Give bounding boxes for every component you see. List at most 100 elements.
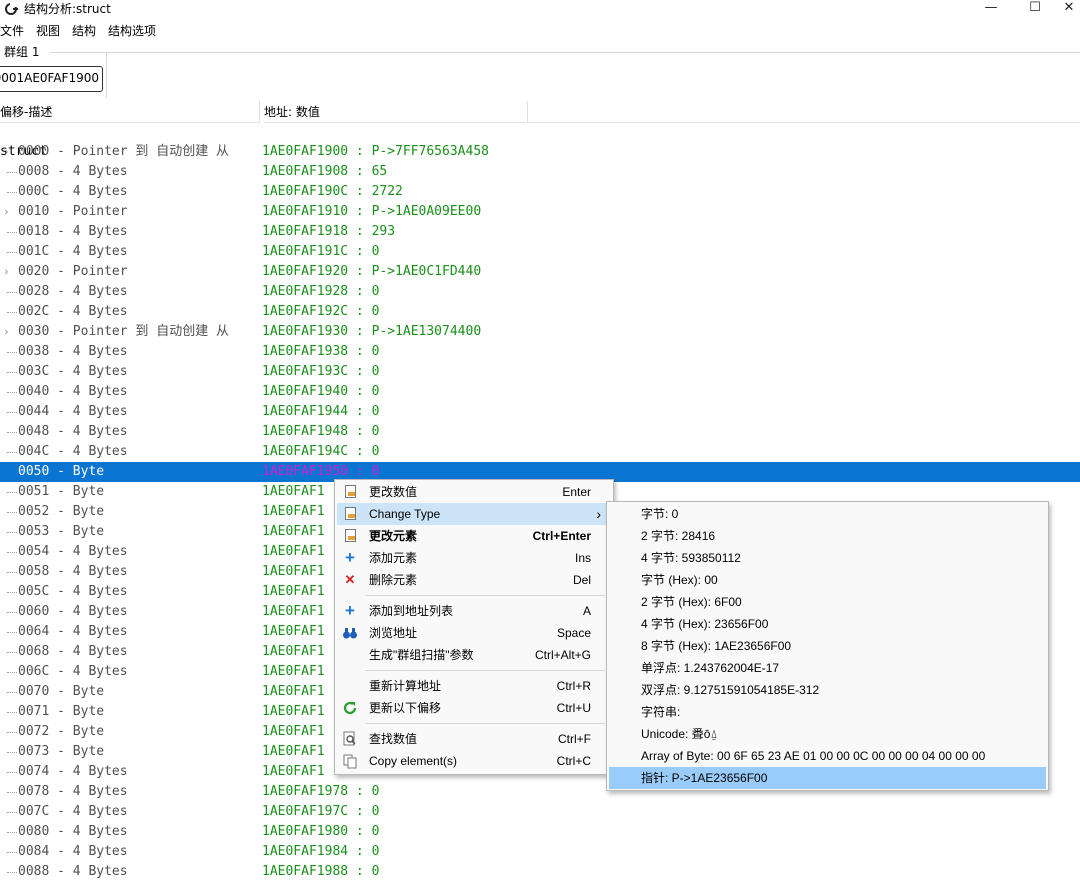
- row-offset-description: 0058 - 4 Bytes: [18, 564, 128, 579]
- header-offset-description[interactable]: 偏移-描述: [0, 101, 259, 123]
- context-menu-item[interactable]: 重新计算地址 Ctrl+R: [337, 675, 609, 697]
- table-row[interactable]: 0040 - 4 Bytes 1AE0FAF1940 : 0: [0, 382, 1080, 402]
- change-type-option[interactable]: 字符串:: [609, 701, 1046, 723]
- table-row[interactable]: › 0000 - Pointer 到 自动创建 从 1AE0FAF1900 : P-…: [0, 142, 1080, 162]
- tree-connector: [7, 772, 17, 773]
- plus-icon: +: [345, 548, 355, 567]
- menu-item-label: 添加元素: [369, 551, 418, 565]
- table-row[interactable]: 0008 - 4 Bytes 1AE0FAF1908 : 65: [0, 162, 1080, 182]
- row-address-value: 1AE0FAF1: [262, 584, 325, 599]
- group-tab[interactable]: 群组 1: [0, 42, 50, 62]
- table-row[interactable]: 0048 - 4 Bytes 1AE0FAF1948 : 0: [0, 422, 1080, 442]
- tree-connector: [7, 572, 17, 573]
- window-title: 结构分析:struct: [24, 2, 111, 16]
- menu-item-shortcut: Del: [572, 573, 591, 587]
- tree-connector: [7, 252, 17, 253]
- change-type-option[interactable]: 双浮点: 9.12751591054185E-312: [609, 679, 1046, 701]
- change-type-option[interactable]: 4 字节 (Hex): 23656F00: [609, 613, 1046, 635]
- table-row[interactable]: 0088 - 4 Bytes 1AE0FAF1988 : 0: [0, 862, 1080, 882]
- binoculars-icon: [342, 625, 358, 641]
- expand-chevron-icon[interactable]: ›: [3, 262, 10, 282]
- change-type-option[interactable]: 4 字节: 593850112: [609, 547, 1046, 569]
- menu-item-shortcut: A: [582, 604, 591, 618]
- edit-value-icon: [342, 484, 358, 500]
- change-type-option[interactable]: 单浮点: 1.243762004E-17: [609, 657, 1046, 679]
- context-menu-item[interactable]: 查找数值 Ctrl+F: [337, 728, 609, 750]
- row-offset-description: 0020 - Pointer: [18, 264, 128, 279]
- maximize-button[interactable]: ☐: [1012, 0, 1058, 15]
- table-row[interactable]: 004C - 4 Bytes 1AE0FAF194C : 0: [0, 442, 1080, 462]
- table-row[interactable]: 0084 - 4 Bytes 1AE0FAF1984 : 0: [0, 842, 1080, 862]
- menu-item-label: 重新计算地址: [369, 679, 442, 693]
- expand-chevron-icon[interactable]: ›: [3, 142, 10, 162]
- table-row[interactable]: › 0020 - Pointer 1AE0FAF1920 : P->1AE0C1FD…: [0, 262, 1080, 282]
- table-row[interactable]: 0044 - 4 Bytes 1AE0FAF1944 : 0: [0, 402, 1080, 422]
- change-type-option[interactable]: 字节 (Hex): 00: [609, 569, 1046, 591]
- minimize-button[interactable]: —: [968, 0, 1014, 15]
- row-address-value: 1AE0FAF197C : 0: [262, 804, 380, 819]
- header-separator[interactable]: [259, 101, 260, 123]
- header-address-value[interactable]: 地址: 数值: [264, 101, 526, 123]
- row-address-value: 1AE0FAF192C : 0: [262, 304, 380, 319]
- context-menu-item[interactable]: 生成"群组扫描"参数 Ctrl+Alt+G: [337, 644, 609, 666]
- table-row[interactable]: 007C - 4 Bytes 1AE0FAF197C : 0: [0, 802, 1080, 822]
- menu-structure[interactable]: 结构: [72, 21, 102, 41]
- row-offset-description: 0018 - 4 Bytes: [18, 224, 128, 239]
- expand-chevron-icon[interactable]: ›: [3, 202, 10, 222]
- change-type-option[interactable]: 2 字节 (Hex): 6F00: [609, 591, 1046, 613]
- change-type-option[interactable]: 8 字节 (Hex): 1AE23656F00: [609, 635, 1046, 657]
- menu-structure-options[interactable]: 结构选项: [108, 21, 162, 41]
- menu-file[interactable]: 文件: [0, 21, 30, 41]
- menu-item-shortcut: Space: [556, 626, 591, 640]
- table-row[interactable]: 001C - 4 Bytes 1AE0FAF191C : 0: [0, 242, 1080, 262]
- context-menu-item[interactable]: + 添加到地址列表 A: [337, 600, 609, 622]
- table-row[interactable]: 003C - 4 Bytes 1AE0FAF193C : 0: [0, 362, 1080, 382]
- row-offset-description: 0008 - 4 Bytes: [18, 164, 128, 179]
- tree-connector: [7, 852, 17, 853]
- table-row[interactable]: 0028 - 4 Bytes 1AE0FAF1928 : 0: [0, 282, 1080, 302]
- context-menu-item[interactable]: Copy element(s) Ctrl+C: [337, 750, 609, 772]
- change-type-option[interactable]: Array of Byte: 00 6F 65 23 AE 01 00 00 0…: [609, 745, 1046, 767]
- tree-connector: [7, 512, 17, 513]
- tree-connector: [7, 412, 17, 413]
- table-row[interactable]: 0038 - 4 Bytes 1AE0FAF1938 : 0: [0, 342, 1080, 362]
- table-row[interactable]: 0080 - 4 Bytes 1AE0FAF1980 : 0: [0, 822, 1080, 842]
- row-offset-description: 0078 - 4 Bytes: [18, 784, 128, 799]
- row-address-value: 1AE0FAF1: [262, 764, 325, 779]
- close-button[interactable]: ✕: [1058, 0, 1080, 15]
- tree-connector: [7, 732, 17, 733]
- context-menu-item[interactable]: 更新以下偏移 Ctrl+U: [337, 697, 609, 719]
- row-address-value: 1AE0FAF1: [262, 684, 325, 699]
- option-label: 4 字节 (Hex): 23656F00: [641, 617, 769, 631]
- delete-icon: ✕: [344, 572, 356, 587]
- table-row[interactable]: › 0010 - Pointer 1AE0FAF1910 : P->1AE0A09E…: [0, 202, 1080, 222]
- expand-chevron-icon[interactable]: ›: [3, 322, 10, 342]
- menu-view[interactable]: 视图: [36, 21, 66, 41]
- menu-separator: [365, 670, 605, 671]
- menu-item-shortcut: Ctrl+R: [556, 679, 591, 693]
- table-row[interactable]: 002C - 4 Bytes 1AE0FAF192C : 0: [0, 302, 1080, 322]
- context-menu-item[interactable]: Change Type ›: [337, 503, 609, 525]
- context-menu-item[interactable]: ✕ 删除元素 Del: [337, 569, 609, 591]
- context-menu-item[interactable]: 更改元素 Ctrl+Enter: [337, 525, 609, 547]
- row-address-value: 1AE0FAF1: [262, 564, 325, 579]
- context-menu-item[interactable]: 更改数值 Enter: [337, 481, 609, 503]
- row-offset-description: 0068 - 4 Bytes: [18, 644, 128, 659]
- table-row[interactable]: › 0030 - Pointer 到 自动创建 从 1AE0FAF1930 : P-…: [0, 322, 1080, 342]
- change-type-option[interactable]: 2 字节: 28416: [609, 525, 1046, 547]
- table-row[interactable]: 000C - 4 Bytes 1AE0FAF190C : 2722: [0, 182, 1080, 202]
- row-offset-description: 002C - 4 Bytes: [18, 304, 128, 319]
- tree-connector: [7, 492, 17, 493]
- address-input[interactable]: 0001AE0FAF1900: [0, 66, 103, 92]
- row-address-value: 1AE0FAF1: [262, 704, 325, 719]
- change-type-option[interactable]: Unicode: 䎹ō⍙: [609, 723, 1046, 745]
- change-type-option[interactable]: 指针: P->1AE23656F00: [609, 767, 1046, 789]
- context-menu-item[interactable]: 浏览地址 Space: [337, 622, 609, 644]
- row-offset-description: 0030 - Pointer 到 自动创建 从: [18, 324, 230, 339]
- tree-root[interactable]: struct: [0, 122, 1080, 159]
- tree-connector: [7, 612, 17, 613]
- menu-item-label: Copy element(s): [369, 754, 458, 768]
- context-menu-item[interactable]: + 添加元素 Ins: [337, 547, 609, 569]
- table-row[interactable]: 0018 - 4 Bytes 1AE0FAF1918 : 293: [0, 222, 1080, 242]
- change-type-option[interactable]: 字节: 0: [609, 503, 1046, 525]
